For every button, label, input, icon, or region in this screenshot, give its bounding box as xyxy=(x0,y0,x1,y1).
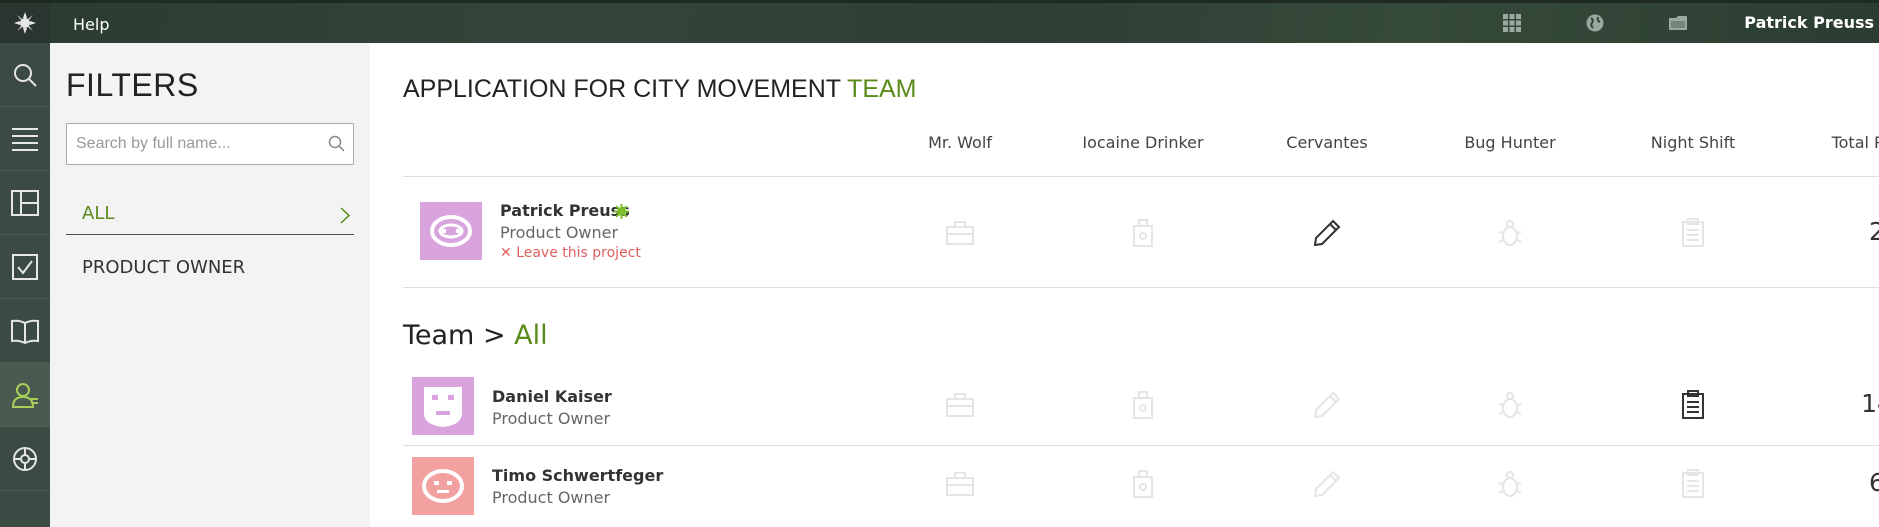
section-title: Team > All xyxy=(403,320,548,351)
pen-icon xyxy=(1307,464,1347,504)
poison-bottle-icon xyxy=(1123,213,1163,253)
wiki-book-icon xyxy=(11,319,39,344)
total-power-value: 6 xyxy=(1869,468,1879,497)
member-role: Product Owner xyxy=(500,223,619,242)
logo-icon xyxy=(14,12,36,34)
member-role: Product Owner xyxy=(492,488,611,507)
member-name[interactable]: Daniel Kaiser xyxy=(492,387,612,406)
search-icon xyxy=(14,63,37,87)
logo[interactable] xyxy=(0,3,50,43)
avatar xyxy=(420,202,482,260)
clipboard-icon xyxy=(1673,213,1713,253)
close-icon: ✕ xyxy=(500,245,512,261)
nav-wiki[interactable] xyxy=(0,299,50,363)
avatar xyxy=(412,457,474,515)
clipboard-icon xyxy=(1673,464,1713,504)
owner-badge-icon xyxy=(614,204,629,219)
briefcase-icon xyxy=(940,464,980,504)
member-name[interactable]: Timo Schwertfeger xyxy=(492,466,663,485)
team-icon xyxy=(11,382,38,408)
poison-bottle-icon xyxy=(1123,385,1163,425)
leave-project-link[interactable]: ✕ Leave this project xyxy=(500,245,641,261)
filters-panel: FILTERS ALL PRODUCT OWNER xyxy=(50,43,370,527)
filter-product-owner[interactable]: PRODUCT OWNER xyxy=(82,257,245,278)
column-cervantes: Cervantes xyxy=(1286,133,1368,152)
user-menu[interactable]: Patrick Preuss xyxy=(1744,13,1874,32)
column-night-shift: Night Shift xyxy=(1650,133,1736,152)
page-title: APPLICATION FOR CITY MOVEMENT TEAM xyxy=(403,75,917,103)
briefcase-icon xyxy=(940,213,980,253)
filters-title: FILTERS xyxy=(66,67,199,103)
apps-grid-icon[interactable] xyxy=(1502,13,1522,33)
top-bar: Help Patrick Preuss xyxy=(0,0,1879,43)
help-link[interactable]: Help xyxy=(73,15,109,34)
total-power-value: 14 xyxy=(1861,389,1879,418)
bug-icon xyxy=(1490,464,1530,504)
pen-icon xyxy=(1307,213,1347,253)
divider xyxy=(403,445,1879,446)
filter-all-label: ALL xyxy=(82,203,115,224)
folder-icon[interactable] xyxy=(1667,13,1687,33)
avatar xyxy=(412,377,474,435)
search-field[interactable] xyxy=(66,123,354,165)
nav-tasks[interactable] xyxy=(0,235,50,299)
column-mr-wolf: Mr. Wolf xyxy=(928,133,992,152)
search-input[interactable] xyxy=(67,124,307,164)
divider xyxy=(403,176,1879,177)
poison-bottle-icon xyxy=(1123,464,1163,504)
column-iocaine-drinker: Iocaine Drinker xyxy=(1082,133,1204,152)
nav-team[interactable] xyxy=(0,363,50,427)
left-nav xyxy=(0,43,50,527)
filter-all[interactable]: ALL xyxy=(66,195,354,235)
pen-icon xyxy=(1307,385,1347,425)
kanban-icon xyxy=(11,189,39,216)
globe-icon[interactable] xyxy=(1585,13,1605,33)
nav-settings[interactable] xyxy=(0,427,50,491)
member-role: Product Owner xyxy=(492,409,611,428)
search-icon xyxy=(328,135,345,152)
member-name[interactable]: Patrick Preuss xyxy=(500,201,630,220)
total-power-value: 2 xyxy=(1869,217,1879,246)
chevron-right-icon xyxy=(340,207,350,224)
nav-search[interactable] xyxy=(0,43,50,107)
column-total-power: Total Power xyxy=(1831,133,1879,152)
briefcase-icon xyxy=(940,385,980,425)
main-content: APPLICATION FOR CITY MOVEMENT TEAM Mr. W… xyxy=(370,43,1879,527)
clipboard-icon xyxy=(1673,385,1713,425)
settings-icon xyxy=(13,446,37,471)
tasks-icon xyxy=(12,253,38,280)
nav-kanban[interactable] xyxy=(0,171,50,235)
bug-icon xyxy=(1490,213,1530,253)
column-bug-hunter: Bug Hunter xyxy=(1464,133,1556,152)
nav-backlog[interactable] xyxy=(0,107,50,171)
search-button[interactable] xyxy=(328,135,345,156)
divider xyxy=(403,287,1879,288)
bug-icon xyxy=(1490,385,1530,425)
backlog-list-icon xyxy=(12,127,38,151)
